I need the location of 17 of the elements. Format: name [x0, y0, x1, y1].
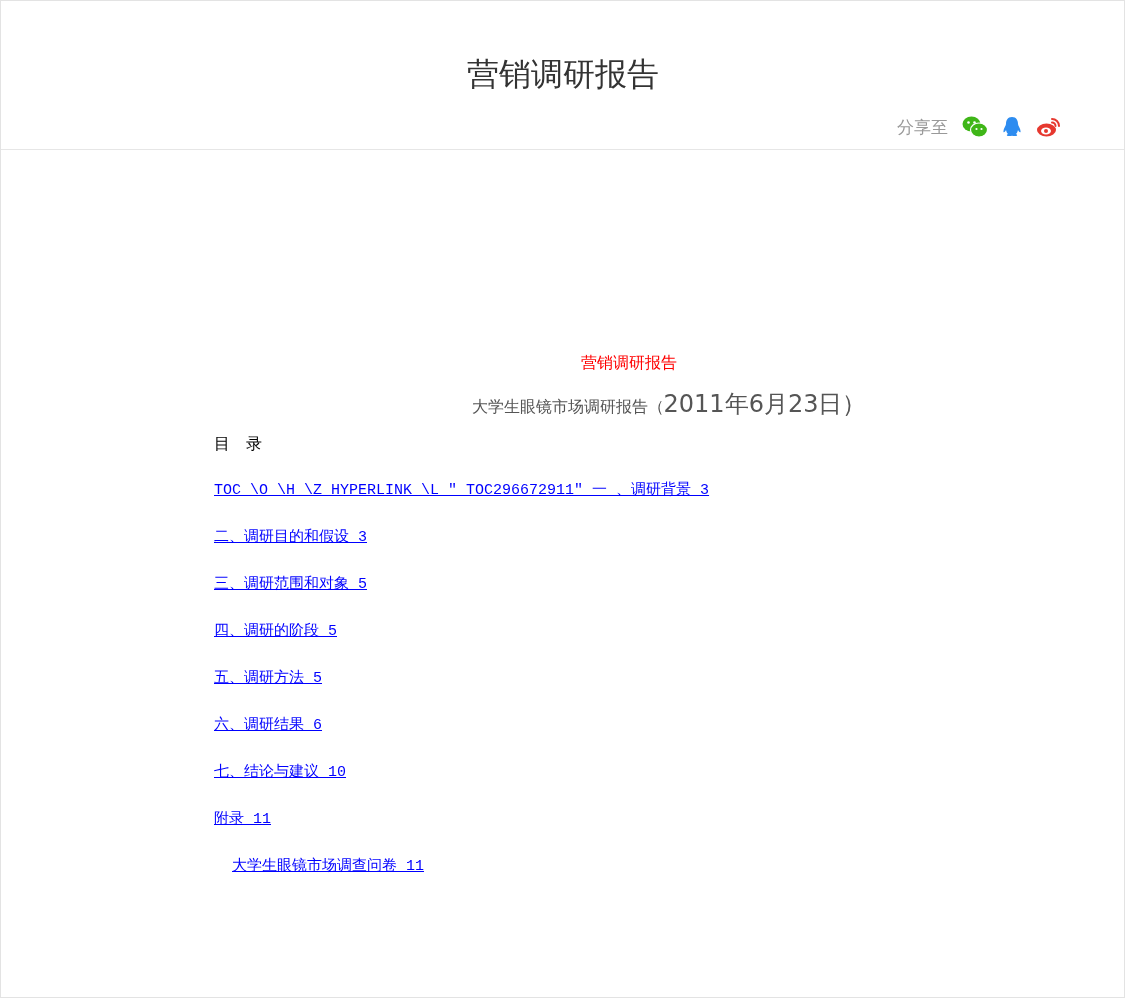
toc-link[interactable]: TOC \O \H \Z HYPERLINK \L "_TOC296672911" 一 、调研背景 3: [214, 482, 710, 499]
document-title: 营销调研报告: [580, 353, 678, 374]
toc-link[interactable]: 五、调研方法 5: [214, 670, 322, 687]
eye-swirl-icon[interactable]: [1036, 116, 1062, 138]
penguin-icon[interactable]: [1002, 116, 1022, 138]
share-label: 分享至: [897, 115, 948, 139]
document-subtitle: 大学生眼镜市场调研报告（2011年6月23日）: [470, 389, 868, 420]
toc-link[interactable]: 二、调研目的和假设 3: [214, 529, 367, 546]
chat-bubbles-icon[interactable]: [962, 116, 988, 138]
toc-link[interactable]: 七、结论与建议 10: [214, 764, 346, 781]
toc-link[interactable]: 三、调研范围和对象 5: [214, 576, 367, 593]
page-title: 营销调研报告: [465, 54, 660, 95]
toc-link[interactable]: 附录 11: [214, 811, 271, 828]
toc-heading: 目 录: [214, 434, 263, 455]
toc-link[interactable]: 六、调研结果 6: [214, 717, 322, 734]
toc-link[interactable]: 四、调研的阶段 5: [214, 623, 337, 640]
toc-link[interactable]: 大学生眼镜市场调查问卷 11: [232, 858, 424, 875]
